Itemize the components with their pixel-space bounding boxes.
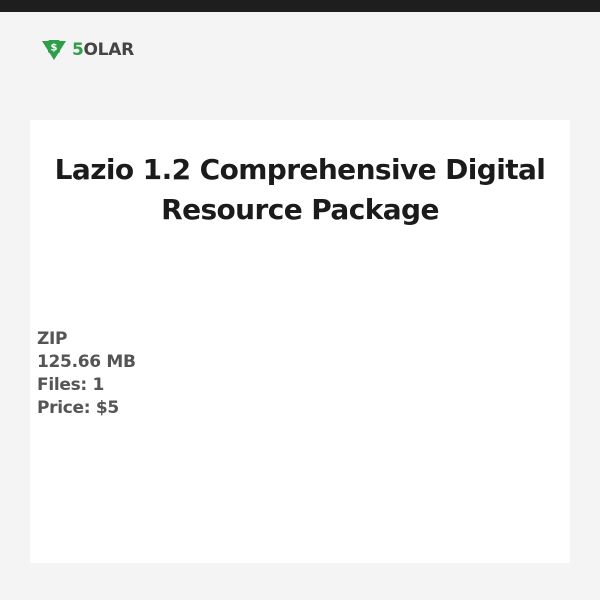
top-bar [0, 0, 600, 12]
logo-wordmark: 5OLAR [72, 39, 135, 60]
product-card: Lazio 1.2 Comprehensive Digital Resource… [30, 120, 570, 563]
file-format: ZIP [37, 329, 68, 349]
file-count: Files: 1 [37, 375, 105, 395]
logo-badge-symbol: $ [51, 43, 58, 54]
site-logo[interactable]: $ 5OLAR [40, 38, 134, 62]
price: Price: $5 [37, 398, 119, 418]
logo-rest: OLAR [83, 39, 135, 60]
product-meta: ZIP 125.66 MB Files: 1 Price: $5 [37, 328, 136, 420]
logo-five: 5 [72, 39, 84, 60]
product-title: Lazio 1.2 Comprehensive Digital Resource… [54, 153, 546, 226]
dollar-download-icon: $ [42, 40, 66, 60]
file-size: 125.66 MB [37, 352, 136, 372]
